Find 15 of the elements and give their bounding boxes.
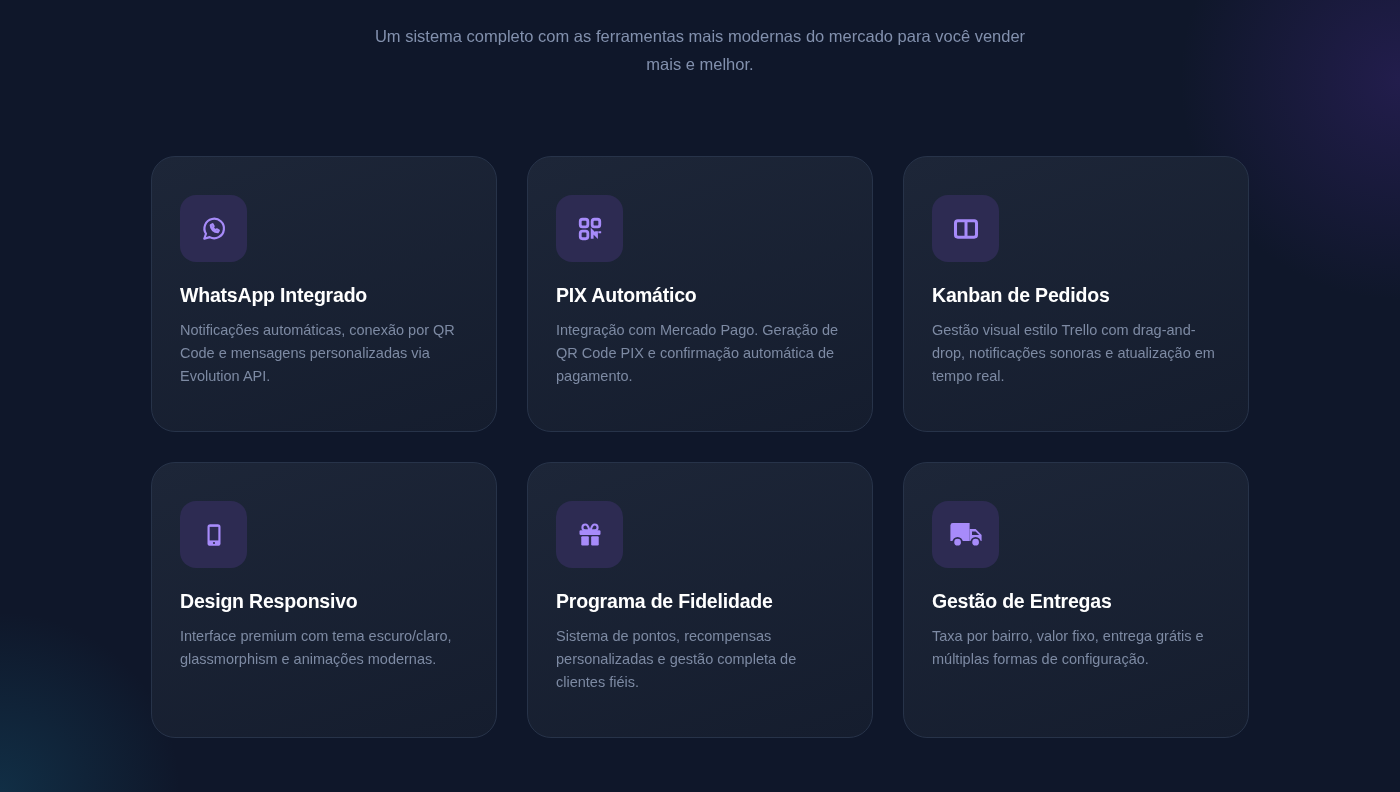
section-subtitle: Um sistema completo com as ferramentas mais modernas do mercado para você vender mais e melhor. (373, 26, 1027, 75)
feature-description: Integração com Mercado Pago. Geração de QR Code PIX e confirmação automática de pagamento. (556, 321, 840, 387)
feature-description: Sistema de pontos, recompensas personalizadas e gestão completa de clientes fiéis. (556, 627, 798, 693)
feature-title: Kanban de Pedidos (932, 284, 1111, 308)
chat-bubble-icon (200, 215, 227, 242)
qr-code-icon (576, 215, 603, 242)
feature-title: Gestão de Entregas (932, 590, 1113, 614)
feature-description: Taxa por bairro, valor fixo, entrega grátis e múltiplas formas de configuração. (932, 627, 1205, 670)
feature-description: Gestão visual estilo Trello com drag-and-drop, notificações sonoras e atualização em tempo real. (932, 321, 1216, 387)
feature-title: Programa de Fidelidade (556, 590, 774, 614)
feature-title: PIX Automático (556, 284, 698, 308)
feature-description: Notificações automáticas, conexão por QR Code e mensagens personalizadas via Evolution API. (180, 321, 456, 387)
feature-title: Design Responsivo (180, 590, 359, 614)
feature-title: WhatsApp Integrado (180, 284, 369, 308)
feature-description: Interface premium com tema escuro/claro, glassmorphism e animações modernas. (180, 627, 453, 670)
